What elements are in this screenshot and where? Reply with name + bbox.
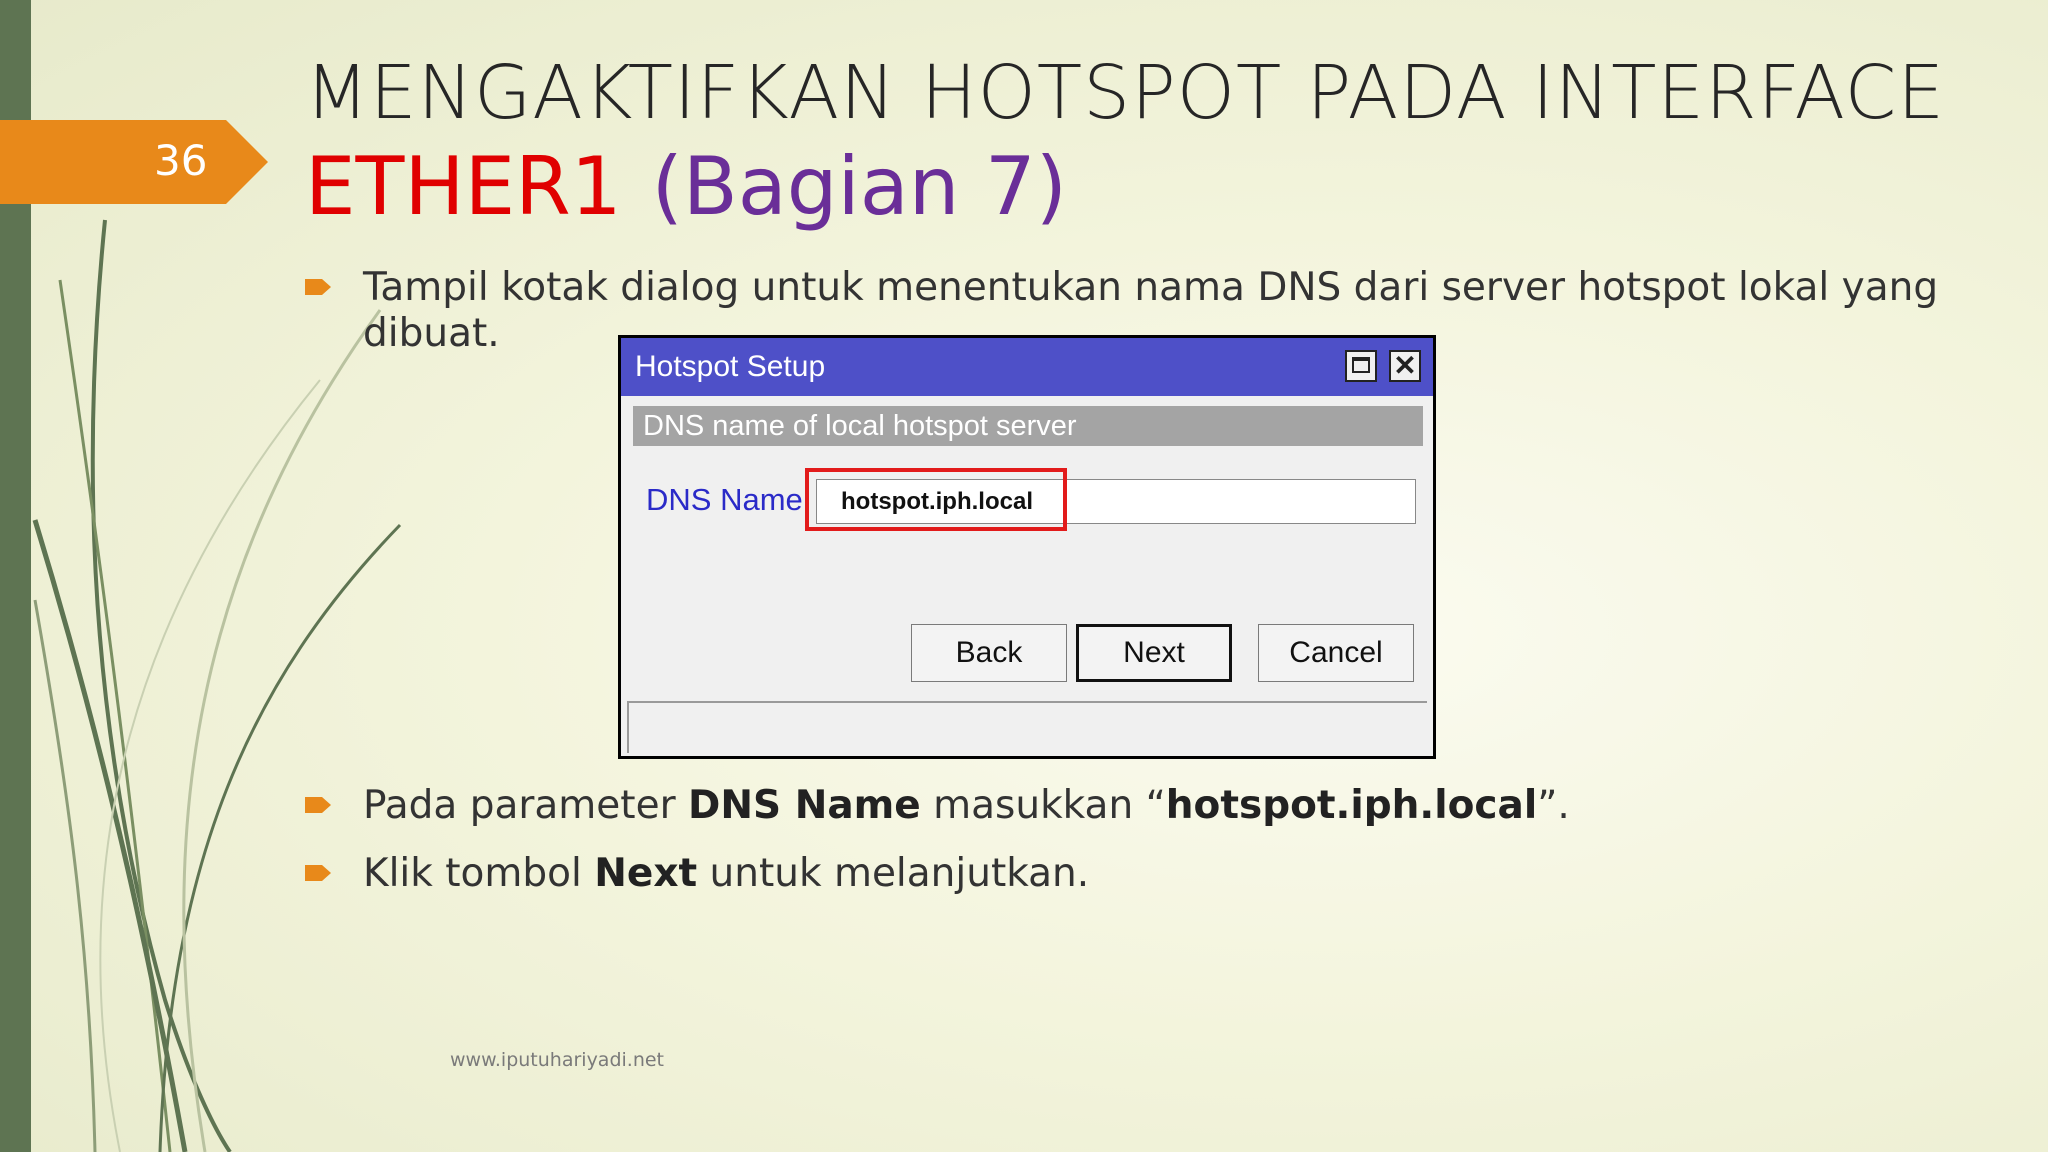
- section-header: DNS name of local hotspot server: [633, 406, 1423, 446]
- maximize-icon[interactable]: [1345, 350, 1377, 382]
- red-highlight-box: [805, 468, 1067, 531]
- bullet-text: Klik tombol Next untuk melanjutkan.: [363, 851, 1090, 896]
- bullet-arrow-icon: [305, 865, 331, 881]
- dialog-titlebar[interactable]: Hotspot Setup ✕: [621, 338, 1433, 396]
- footer-url: www.iputuhariyadi.net: [450, 1049, 665, 1071]
- slide: 36 MENGAKTIFKAN HOTSPOT PADA INTERFACE E…: [0, 0, 2048, 1152]
- cancel-button[interactable]: Cancel: [1258, 624, 1414, 682]
- slide-number: 36: [154, 136, 208, 185]
- slide-number-tab: [0, 120, 268, 204]
- title-part-label: (Bagian 7): [651, 140, 1067, 233]
- bullet-arrow-icon: [305, 279, 331, 295]
- status-bar: [627, 701, 1427, 753]
- bullet-arrow-icon: [305, 797, 331, 813]
- back-button[interactable]: Back: [911, 624, 1067, 682]
- slide-title-line1: MENGAKTIFKAN HOTSPOT PADA INTERFACE: [305, 50, 1946, 136]
- slide-title-line2: ETHER1 (Bagian 7): [305, 140, 1067, 233]
- dns-name-label: DNS Name:: [646, 482, 812, 517]
- hotspot-setup-dialog: Hotspot Setup ✕ DNS name of local hotspo…: [618, 335, 1436, 759]
- next-button[interactable]: Next: [1076, 624, 1232, 682]
- title-ether1: ETHER1: [305, 140, 622, 233]
- close-icon[interactable]: ✕: [1389, 350, 1421, 382]
- dialog-title: Hotspot Setup: [635, 350, 826, 383]
- bullet-text: Pada parameter DNS Name masukkan “hotspo…: [363, 783, 1570, 828]
